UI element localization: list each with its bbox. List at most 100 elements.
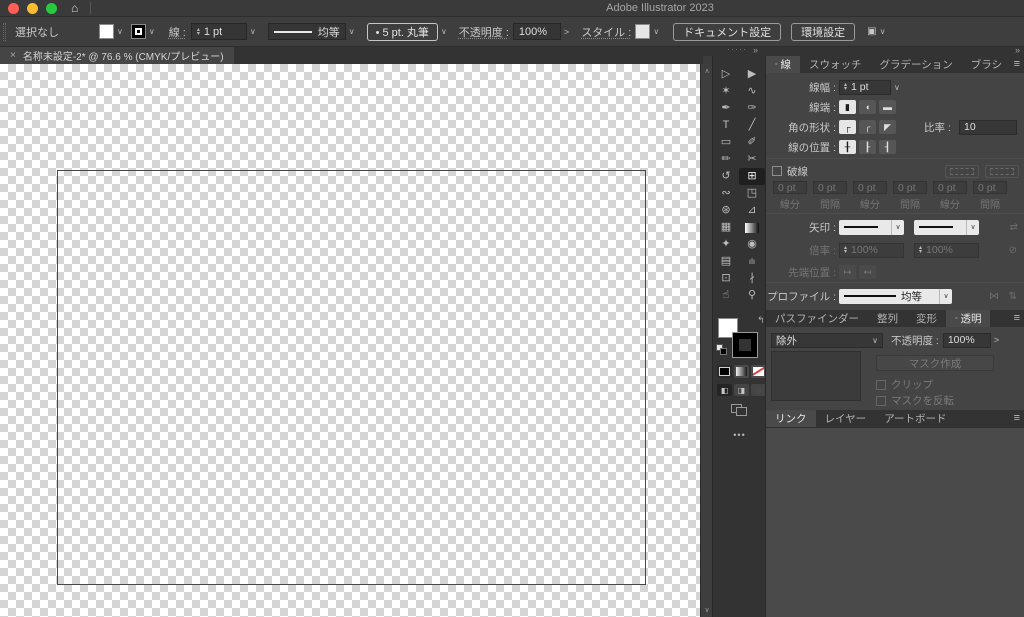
link-scales-icon[interactable]: ⊘	[1009, 245, 1017, 256]
arrowhead-end-dropdown[interactable]	[914, 219, 966, 235]
stepper-icon[interactable]: ▴ ▾	[844, 82, 847, 92]
transparency-panel-menu-icon[interactable]: ≡	[1014, 310, 1020, 327]
width-profile-dropdown[interactable]: 均等	[839, 288, 939, 304]
dash-field[interactable]: 0 pt	[933, 181, 967, 194]
zoom-tool[interactable]: ⚲	[739, 287, 765, 304]
toolbar-grip[interactable]: ·····	[727, 44, 747, 54]
curvature-tool[interactable]: ✑	[739, 100, 765, 117]
stroke-label[interactable]: 線 :	[169, 24, 186, 40]
tab-artboards[interactable]: アートボード	[875, 410, 955, 427]
rotate-tool[interactable]: ↺	[713, 168, 739, 185]
brush-chevron-icon[interactable]: ∨	[441, 27, 447, 36]
tab-gradient[interactable]: グラデーション	[870, 56, 961, 73]
arrange-documents-icon[interactable]: ▣	[867, 26, 876, 37]
lasso-tool[interactable]: ∿	[739, 83, 765, 100]
stroke-weight-field[interactable]: ▴ ▾ 1 pt	[839, 79, 891, 95]
swap-fill-stroke-icon[interactable]: ↰	[757, 315, 765, 326]
hand-tool[interactable]: ☝	[713, 287, 739, 304]
screen-mode-icon[interactable]	[731, 404, 747, 416]
blend-tool[interactable]: ◉	[739, 236, 765, 253]
vertical-scrollbar[interactable]: ∧ ∨	[700, 64, 712, 617]
object-thumbnail[interactable]	[771, 351, 861, 401]
links-panel-menu-icon[interactable]: ≡	[1014, 410, 1020, 427]
style-swatch[interactable]	[635, 24, 651, 39]
arrowhead-start-dropdown[interactable]	[839, 219, 891, 235]
swap-arrowheads-icon[interactable]: ⇄	[1010, 222, 1018, 233]
stepper-icon[interactable]: ▴ ▾	[197, 27, 200, 37]
flip-along-icon[interactable]: ⋈	[989, 291, 999, 302]
transparency-opacity-field[interactable]: 100%	[942, 332, 991, 348]
width-tool[interactable]: ∾	[713, 185, 739, 202]
slice-tool[interactable]: ∤	[739, 270, 765, 287]
flip-across-icon[interactable]: ⇅	[1009, 291, 1017, 302]
control-bar-grip[interactable]	[3, 22, 6, 41]
perspective-grid-tool[interactable]: ⊿	[739, 202, 765, 219]
align-outside-button[interactable]: ┨	[879, 140, 896, 154]
dash-aligned-button[interactable]	[985, 164, 1019, 178]
stroke-color-swatch[interactable]	[130, 24, 146, 39]
profile-chevron-icon[interactable]: ∨	[939, 288, 952, 304]
document-tab[interactable]: × 名称未設定-2* @ 76.6 % (CMYK/プレビュー)	[0, 47, 234, 64]
tab-swatches[interactable]: スウォッチ	[800, 56, 871, 73]
gap-field[interactable]: 0 pt	[973, 181, 1007, 194]
eyedropper-tool[interactable]: ✦	[713, 236, 739, 253]
shape-builder-tool[interactable]: ⊛	[713, 202, 739, 219]
direct-selection-tool[interactable]: ▶	[739, 66, 765, 83]
fullscreen-window-button[interactable]	[46, 2, 57, 14]
symbol-sprayer-tool[interactable]: ▤	[713, 253, 739, 270]
stroke-weight-chevron-icon[interactable]: ∨	[250, 27, 256, 36]
minimize-window-button[interactable]	[27, 2, 38, 14]
color-button[interactable]	[717, 365, 732, 378]
stroke-chevron-icon[interactable]: ∨	[149, 27, 155, 36]
tip-inside-button[interactable]: ↤	[859, 265, 876, 279]
opacity-label[interactable]: 不透明度 :	[459, 24, 509, 40]
artboard-tool[interactable]: ⊡	[713, 270, 739, 287]
make-mask-button[interactable]: マスク作成	[876, 355, 994, 371]
tab-transform[interactable]: 変形	[907, 310, 946, 327]
invert-mask-checkbox[interactable]	[876, 395, 886, 406]
weight-chevron-icon[interactable]: ∨	[894, 83, 900, 92]
variable-width-chevron-icon[interactable]: ∨	[349, 27, 355, 36]
home-icon[interactable]: ⌂	[71, 0, 78, 17]
arrowhead-scale-start-field[interactable]: ▴ ▾ 100%	[839, 242, 904, 258]
canvas[interactable]	[0, 64, 700, 617]
style-chevron-icon[interactable]: ∨	[653, 27, 659, 36]
gap-field[interactable]: 0 pt	[893, 181, 927, 194]
arrowhead-end-chevron-icon[interactable]: ∨	[966, 219, 979, 235]
dash-field[interactable]: 0 pt	[853, 181, 887, 194]
fill-color-swatch[interactable]	[99, 24, 114, 39]
links-panel-body[interactable]	[766, 427, 1024, 617]
fill-chevron-icon[interactable]: ∨	[117, 27, 123, 36]
scissors-tool[interactable]: ✂	[739, 151, 765, 168]
gradient-button[interactable]	[734, 365, 749, 378]
draw-inside-button[interactable]: ◌	[751, 384, 766, 396]
miter-join-button[interactable]: ┌	[839, 120, 856, 134]
pen-tool[interactable]: ✒	[713, 100, 739, 117]
stroke-panel-menu-icon[interactable]: ≡	[1014, 56, 1020, 73]
edit-toolbar-icon[interactable]: •••	[713, 430, 766, 440]
magic-wand-tool[interactable]: ✶	[713, 83, 739, 100]
opacity-more-icon[interactable]: >	[564, 27, 569, 37]
scale-tool[interactable]: ⊞	[739, 168, 765, 185]
projecting-cap-button[interactable]: ▬	[879, 100, 896, 114]
blend-mode-dropdown[interactable]: 除外 ∨	[771, 332, 883, 348]
gap-field[interactable]: 0 pt	[813, 181, 847, 194]
pencil-tool[interactable]: ✏	[713, 151, 739, 168]
gradient-tool[interactable]	[739, 219, 765, 236]
tab-layers[interactable]: レイヤー	[816, 410, 876, 427]
mesh-tool[interactable]: ▦	[713, 219, 739, 236]
tip-extend-button[interactable]: ↦	[839, 265, 856, 279]
align-center-button[interactable]: ╂	[839, 140, 856, 154]
type-tool[interactable]: T	[713, 117, 739, 134]
selection-tool[interactable]: ▷	[713, 66, 739, 83]
graph-tool[interactable]: ılı	[739, 253, 765, 270]
document-setup-button[interactable]: ドキュメント設定	[673, 22, 782, 41]
collapse-panels-icon[interactable]: »	[1015, 46, 1020, 55]
close-tab-icon[interactable]: ×	[10, 50, 16, 61]
default-fill-stroke-icon[interactable]	[716, 344, 727, 355]
toolbar-stroke-swatch[interactable]	[732, 332, 758, 358]
none-button[interactable]	[751, 365, 766, 378]
collapse-toolbar-icon[interactable]: »	[753, 46, 758, 55]
round-cap-button[interactable]: ◖	[859, 100, 876, 114]
bevel-join-button[interactable]: ◤	[879, 120, 896, 134]
